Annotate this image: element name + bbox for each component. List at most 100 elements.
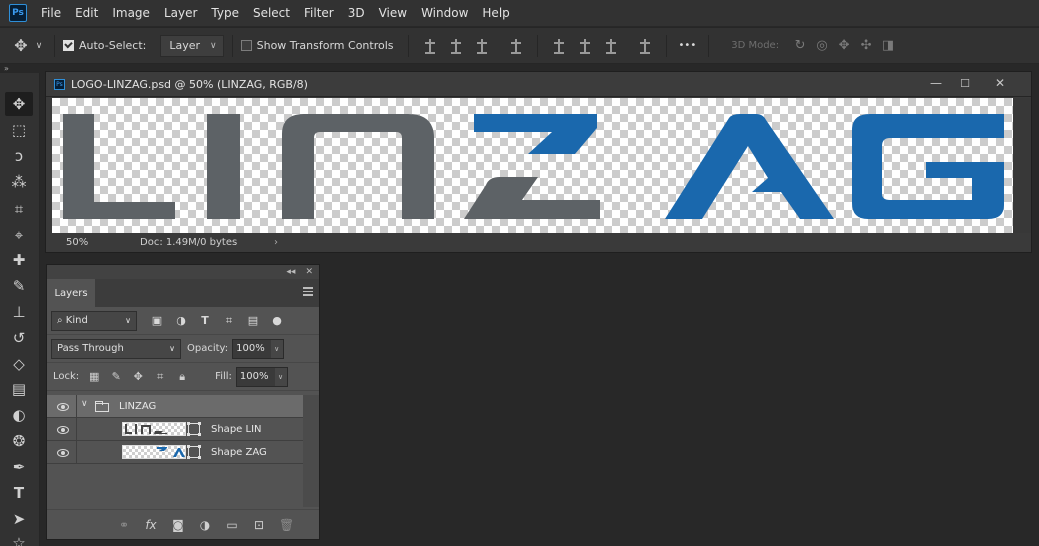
auto-select-target-dropdown[interactable]: Layer ∨ xyxy=(160,34,224,57)
slide-3d-icon[interactable]: ✣ xyxy=(855,38,877,53)
zoom-level-field[interactable]: 50% xyxy=(52,237,104,248)
dodge-tool-icon[interactable]: ❂ xyxy=(5,429,33,453)
menu-help[interactable]: Help xyxy=(482,6,509,20)
maximize-button[interactable]: ☐ xyxy=(956,76,974,90)
add-mask-icon[interactable]: ◙ xyxy=(171,518,185,532)
visibility-eye-icon[interactable] xyxy=(53,441,73,464)
distribute-vertical-icon[interactable] xyxy=(509,38,523,54)
layers-scrollbar[interactable] xyxy=(303,395,319,507)
filter-pixel-layers-icon[interactable]: ▣ xyxy=(145,314,169,327)
crop-tool-icon[interactable]: ⌗ xyxy=(5,197,33,221)
trash-icon[interactable]: 🗑︎ xyxy=(279,518,294,532)
align-right-edges-icon[interactable] xyxy=(475,38,489,54)
align-vertical-centers-icon[interactable] xyxy=(578,38,592,54)
toolbar-collapse-button[interactable]: » xyxy=(0,64,40,73)
healing-brush-tool-icon[interactable]: ✚ xyxy=(5,248,33,272)
lasso-tool-icon[interactable]: ↄ xyxy=(5,144,33,168)
layer-row-shape-zag[interactable]: Shape ZAG xyxy=(47,441,303,464)
menu-filter[interactable]: Filter xyxy=(304,6,334,20)
panel-menu-icon[interactable] xyxy=(303,287,313,296)
gradient-tool-icon[interactable]: ▤ xyxy=(5,377,33,401)
photoshop-logo-icon[interactable]: Ps xyxy=(9,4,27,22)
move-tool-icon[interactable]: ✥ xyxy=(5,92,33,116)
fx-icon[interactable]: fx xyxy=(144,518,158,532)
menu-window[interactable]: Window xyxy=(421,6,468,20)
document-tab[interactable]: Ps LOGO-LINZAG.psd @ 50% (LINZAG, RGB/8) xyxy=(46,72,1031,97)
filter-smart-objects-icon[interactable]: ▤ xyxy=(241,314,265,327)
vector-mask-icon[interactable] xyxy=(187,422,200,435)
blur-tool-icon[interactable]: ◐ xyxy=(5,403,33,427)
marquee-tool-icon[interactable]: ⬚ xyxy=(5,118,33,142)
document-vertical-scrollbar[interactable] xyxy=(1013,98,1031,233)
new-group-folder-icon[interactable]: ▭ xyxy=(225,518,239,532)
lock-position-icon[interactable]: ✥ xyxy=(127,370,149,383)
fill-field[interactable]: 100% ∨ xyxy=(235,366,288,387)
distribute-horizontal-icon[interactable] xyxy=(638,38,652,54)
link-layers-icon[interactable]: ⚭ xyxy=(117,518,131,532)
chevron-down-icon[interactable]: ∨ xyxy=(32,41,46,51)
filter-adjustment-layers-icon[interactable]: ◑ xyxy=(169,314,193,327)
menu-image[interactable]: Image xyxy=(112,6,150,20)
chevron-down-icon[interactable]: ∨ xyxy=(81,399,88,409)
filter-type-layers-icon[interactable]: T xyxy=(193,314,217,327)
pen-tool-icon[interactable]: ✒ xyxy=(5,455,33,479)
shape-tool-icon[interactable]: ☆ xyxy=(5,531,33,546)
auto-select-checkbox[interactable] xyxy=(63,40,74,51)
layer-thumbnail[interactable] xyxy=(122,445,186,459)
opacity-field[interactable]: 100% ∨ xyxy=(232,338,284,359)
collapse-panel-icon[interactable]: ◂◂ xyxy=(286,267,295,277)
lock-image-pixels-icon[interactable]: ✎ xyxy=(105,370,127,383)
align-top-edges-icon[interactable] xyxy=(552,38,566,54)
document-canvas[interactable] xyxy=(52,98,1013,233)
align-bottom-edges-icon[interactable] xyxy=(604,38,618,54)
eraser-tool-icon[interactable]: ◇ xyxy=(5,352,33,376)
layer-row-shape-lin[interactable]: Shape LIN xyxy=(47,418,303,441)
move-tool-preset-icon[interactable]: ✥ xyxy=(10,36,32,55)
show-transform-checkbox[interactable] xyxy=(240,40,252,51)
close-panel-icon[interactable]: ✕ xyxy=(305,267,313,277)
filter-shape-layers-icon[interactable]: ⌗ xyxy=(217,314,241,328)
clone-stamp-tool-icon[interactable]: ⊥ xyxy=(5,300,33,324)
history-brush-tool-icon[interactable]: ↺ xyxy=(5,326,33,350)
menu-select[interactable]: Select xyxy=(253,6,290,20)
layer-name[interactable]: LINZAG xyxy=(119,401,156,412)
close-document-button[interactable]: ✕ xyxy=(991,76,1009,90)
chevron-down-icon[interactable]: ∨ xyxy=(270,339,283,358)
tab-layers[interactable]: Layers xyxy=(47,279,95,307)
minimize-button[interactable]: — xyxy=(927,76,945,90)
align-left-edges-icon[interactable] xyxy=(423,38,437,54)
layer-thumbnail[interactable] xyxy=(122,422,186,436)
status-menu-arrow-icon[interactable]: › xyxy=(274,237,278,248)
menu-edit[interactable]: Edit xyxy=(75,6,98,20)
menu-view[interactable]: View xyxy=(379,6,407,20)
chevron-down-icon[interactable]: ∨ xyxy=(274,367,287,386)
lock-transparent-pixels-icon[interactable]: ▦ xyxy=(83,370,105,383)
type-tool-icon[interactable]: T xyxy=(5,481,33,505)
blend-mode-dropdown[interactable]: Pass Through ∨ xyxy=(51,338,181,359)
filter-kind-dropdown[interactable]: ⌕ Kind ∨ xyxy=(51,310,137,331)
vector-mask-icon[interactable] xyxy=(187,445,200,458)
layer-name[interactable]: Shape LIN xyxy=(211,424,262,435)
menu-layer[interactable]: Layer xyxy=(164,6,197,20)
visibility-eye-icon[interactable] xyxy=(53,395,73,418)
path-selection-tool-icon[interactable]: ➤ xyxy=(5,507,33,531)
more-options-button[interactable]: ••• xyxy=(679,40,697,51)
brush-tool-icon[interactable]: ✎ xyxy=(5,274,33,298)
menu-type[interactable]: Type xyxy=(211,6,239,20)
menu-3d[interactable]: 3D xyxy=(348,6,365,20)
visibility-eye-icon[interactable] xyxy=(53,418,73,441)
new-layer-icon[interactable]: ⊡ xyxy=(252,518,266,532)
orbit-3d-icon[interactable]: ↻ xyxy=(789,38,811,53)
layer-name[interactable]: Shape ZAG xyxy=(211,447,267,458)
lock-all-icon[interactable]: 🔒︎ xyxy=(171,370,193,384)
layer-row-linzag-group[interactable]: ∨ LINZAG xyxy=(47,395,303,418)
eyedropper-tool-icon[interactable]: ⌖ xyxy=(5,223,33,247)
filter-toggle-icon[interactable]: ● xyxy=(265,314,289,327)
pan-3d-icon[interactable]: ✥ xyxy=(833,38,855,53)
menu-file[interactable]: File xyxy=(41,6,61,20)
lock-artboard-icon[interactable]: ⌗ xyxy=(149,370,171,384)
video-camera-icon[interactable]: ◨ xyxy=(877,38,899,53)
magic-wand-tool-icon[interactable]: ⁂ xyxy=(5,170,33,194)
adjustment-layer-icon[interactable]: ◑ xyxy=(198,518,212,532)
align-horizontal-centers-icon[interactable] xyxy=(449,38,463,54)
